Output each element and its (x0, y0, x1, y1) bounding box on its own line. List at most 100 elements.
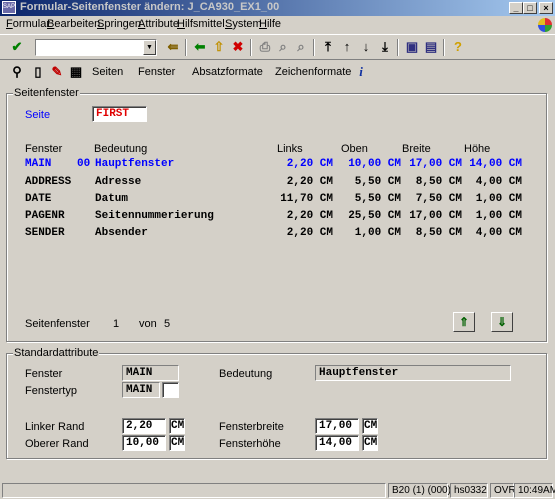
oberer-rand-unit[interactable]: CM (169, 435, 185, 451)
fensterbreite-field[interactable]: 17,00 (315, 418, 359, 434)
status-mode[interactable]: OVR (490, 483, 516, 498)
next-page-button[interactable]: ⇓ (491, 312, 513, 332)
magnifier-icon[interactable]: ⚲ (9, 64, 25, 80)
close-window-button[interactable]: × (539, 2, 553, 14)
previous-page-button[interactable]: ⇑ (453, 312, 475, 332)
table-row[interactable]: PAGENR Seitennummerierung 2,20 CM 25,50 … (25, 210, 535, 227)
edit-document-icon[interactable]: ✎ (49, 64, 65, 80)
cell-breite: 7,50 CM (415, 193, 462, 205)
cell-links: 2,20 CM (286, 227, 333, 239)
previous-page-icon[interactable]: ↑ (339, 39, 355, 55)
cell-oben: 10,00 CM (348, 158, 401, 170)
status-time: 10:49AM (514, 483, 555, 498)
absatzformate-button[interactable]: Absatzformate (192, 66, 263, 78)
status-system: B20 (1) (000) (388, 483, 451, 498)
sap-status-icon (538, 18, 552, 32)
table-row[interactable]: ADDRESS Adresse 2,20 CM 5,50 CM 8,50 CM … (25, 176, 535, 193)
cell-bedeutung: Absender (95, 227, 148, 239)
shortcut-icon[interactable]: ▤ (423, 39, 439, 55)
menu-bearbeiten[interactable]: Bearbeiten (47, 18, 100, 30)
menu-springen[interactable]: Springen (97, 18, 141, 30)
footer-current: 1 (113, 318, 120, 330)
bedeutung-field: Hauptfenster (315, 365, 511, 381)
footer-label: Seitenfenster (25, 318, 90, 330)
cell-fenster: SENDER (25, 227, 65, 239)
menu-hilfe[interactable]: Hilfe (259, 18, 281, 30)
header-breite: Breite (402, 143, 431, 155)
fenstertyp-label: Fenstertyp (25, 385, 77, 397)
app-icon: SAP (2, 1, 16, 14)
seite-label: Seite (25, 109, 51, 121)
menu-attribute[interactable]: Attribute (138, 18, 179, 30)
first-page-icon[interactable]: ⤒ (320, 39, 336, 55)
cell-links: 2,20 CM (286, 210, 333, 222)
zeichenformate-button[interactable]: Zeichenformate (275, 66, 351, 78)
seiten-button[interactable]: Seiten (92, 66, 123, 78)
header-bedeutung: Bedeutung (94, 143, 148, 155)
fensterhoehe-label: Fensterhöhe (219, 438, 281, 450)
oberer-rand-label: Oberer Rand (25, 438, 89, 450)
cell-fenster: MAIN (25, 158, 52, 170)
cell-links: 11,70 CM (280, 193, 333, 205)
command-dropdown-icon[interactable]: ▼ (143, 40, 156, 55)
next-page-icon[interactable]: ↓ (358, 39, 374, 55)
table-row[interactable]: MAIN 00 Hauptfenster 2,20 CM 10,00 CM 17… (25, 158, 535, 175)
new-session-icon[interactable]: ▣ (404, 39, 420, 55)
oberer-rand-field[interactable]: 10,00 (122, 435, 166, 451)
status-bar: B20 (1) (000) hs0332 OVR 10:49AM (0, 482, 555, 499)
cell-breite: 17,00 CM (409, 158, 462, 170)
fensterbreite-unit[interactable]: CM (362, 418, 378, 434)
title-bar: SAP Formular-Seitenfenster ändern: J_CA9… (0, 0, 555, 16)
save-icon[interactable]: ⇚ (165, 39, 181, 55)
window-title: Formular-Seitenfenster ändern: J_CA930_E… (20, 1, 280, 13)
fenstertyp-extra-field[interactable] (162, 382, 179, 398)
cell-hoehe: 4,00 CM (475, 176, 522, 188)
header-fenster: Fenster (25, 143, 63, 155)
cell-oben: 5,50 CM (354, 193, 401, 205)
info-icon[interactable]: i (353, 64, 369, 80)
enter-check-icon[interactable]: ✔ (9, 39, 25, 55)
menu-formular[interactable]: Formular (6, 18, 50, 30)
layout-icon[interactable]: ▦ (68, 64, 84, 80)
menu-hilfsmittel[interactable]: Hilfsmittel (177, 18, 225, 30)
cell-hoehe: 1,00 CM (475, 210, 522, 222)
linker-rand-field[interactable]: 2,20 (122, 418, 166, 434)
exit-icon[interactable]: ⇧ (211, 39, 227, 55)
back-icon[interactable]: ⬅ (192, 39, 208, 55)
table-row[interactable]: DATE Datum 11,70 CM 5,50 CM 7,50 CM 1,00… (25, 193, 535, 210)
last-page-icon[interactable]: ⤓ (377, 39, 393, 55)
fenster-button[interactable]: Fenster (138, 66, 175, 78)
status-server: hs0332 (450, 483, 488, 498)
seitenfenster-group: Seitenfenster Seite FIRST Fenster Bedeut… (6, 87, 547, 342)
footer-von: von (139, 318, 157, 330)
find-next-icon[interactable]: ⌕ (293, 39, 309, 55)
linker-rand-unit[interactable]: CM (169, 418, 185, 434)
help-icon[interactable]: ? (450, 39, 466, 55)
cell-fenster: ADDRESS (25, 176, 72, 188)
cell-nr: 00 (77, 158, 91, 170)
cell-breite: 17,00 CM (409, 210, 462, 222)
footer-total: 5 (164, 318, 171, 330)
menu-system[interactable]: System (225, 18, 262, 30)
toolbar-separator (397, 39, 399, 56)
command-field[interactable]: ▼ (35, 39, 157, 56)
application-toolbar: ⚲ ▯ ✎ ▦ Seiten Fenster Absatzformate Zei… (0, 61, 555, 83)
find-icon[interactable]: ⌕ (275, 39, 291, 55)
print-icon[interactable]: ⎙ (257, 39, 273, 55)
minimize-button[interactable]: _ (509, 2, 523, 14)
cell-bedeutung: Seitennummerierung (95, 210, 214, 222)
standard-toolbar: ✔ ▼ ⇚ ⬅ ⇧ ✖ ⎙ ⌕ ⌕ ⤒ ↑ ↓ ⤓ ▣ ▤ ? (0, 34, 555, 60)
cancel-icon[interactable]: ✖ (230, 39, 246, 55)
linker-rand-label: Linker Rand (25, 421, 85, 433)
cell-bedeutung: Datum (95, 193, 129, 205)
cell-breite: 8,50 CM (415, 176, 462, 188)
fensterhoehe-field[interactable]: 14,00 (315, 435, 359, 451)
seite-field[interactable]: FIRST (92, 106, 147, 122)
status-message (2, 483, 386, 498)
table-row[interactable]: SENDER Absender 2,20 CM 1,00 CM 8,50 CM … (25, 227, 535, 244)
cell-hoehe: 1,00 CM (475, 193, 522, 205)
document-icon[interactable]: ▯ (30, 64, 46, 80)
toolbar-separator (313, 39, 315, 56)
fensterhoehe-unit[interactable]: CM (362, 435, 378, 451)
maximize-button[interactable]: □ (523, 2, 537, 14)
